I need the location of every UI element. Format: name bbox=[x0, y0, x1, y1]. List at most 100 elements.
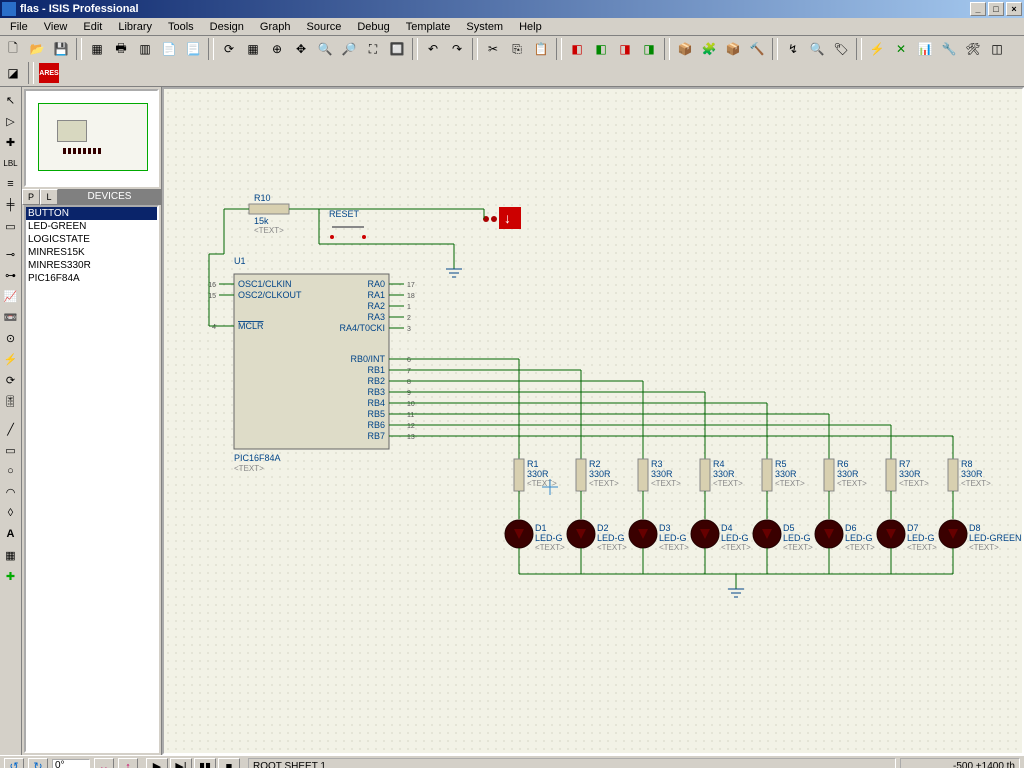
pan-button[interactable]: ✥ bbox=[290, 38, 312, 60]
list-item[interactable]: MINRES15K bbox=[26, 246, 157, 259]
zoom-all-button[interactable]: ⛶ bbox=[362, 38, 384, 60]
block-move-button[interactable]: ◧ bbox=[590, 38, 612, 60]
wire-label-icon[interactable]: LBL bbox=[2, 154, 20, 172]
tape-icon[interactable]: 📼 bbox=[2, 308, 20, 326]
mirror-h-button[interactable]: ↔ bbox=[94, 758, 114, 768]
graph-icon[interactable]: 📈 bbox=[2, 287, 20, 305]
list-item[interactable]: PIC16F84A bbox=[26, 272, 157, 285]
block-copy-button[interactable]: ◧ bbox=[566, 38, 588, 60]
pick-devices-button[interactable]: P bbox=[22, 189, 40, 205]
terminal-icon[interactable]: ⊸ bbox=[2, 245, 20, 263]
netlist-button[interactable]: ✕ bbox=[890, 38, 912, 60]
svg-text:LED-G: LED-G bbox=[597, 533, 625, 543]
search-button[interactable]: 🔍 bbox=[806, 38, 828, 60]
list-item[interactable]: LED-GREEN bbox=[26, 220, 157, 233]
menu-view[interactable]: View bbox=[36, 19, 76, 35]
line-2d-icon[interactable]: ╱ bbox=[2, 420, 20, 438]
open-button[interactable]: 📂 bbox=[26, 38, 48, 60]
print-button[interactable]: 🖶 bbox=[110, 38, 132, 60]
path-2d-icon[interactable]: ◊ bbox=[2, 504, 20, 522]
stop-button[interactable]: ■ bbox=[218, 758, 240, 768]
save-button[interactable]: 💾 bbox=[50, 38, 72, 60]
marker-2d-icon[interactable]: ✚ bbox=[2, 567, 20, 585]
import-button[interactable]: 📄 bbox=[158, 38, 180, 60]
grid-button[interactable]: ▦ bbox=[242, 38, 264, 60]
menu-help[interactable]: Help bbox=[511, 19, 550, 35]
menu-design[interactable]: Design bbox=[202, 19, 252, 35]
junction-icon[interactable]: ✚ bbox=[2, 133, 20, 151]
maximize-button[interactable]: □ bbox=[988, 2, 1004, 16]
block-delete-button[interactable]: ◨ bbox=[638, 38, 660, 60]
menu-graph[interactable]: Graph bbox=[252, 19, 299, 35]
copy-button[interactable]: ⎘ bbox=[506, 38, 528, 60]
generator-icon[interactable]: ⊙ bbox=[2, 329, 20, 347]
text-script-icon[interactable]: ≡ bbox=[2, 175, 20, 193]
circle-2d-icon[interactable]: ○ bbox=[2, 462, 20, 480]
zoom-in-button[interactable]: 🔍 bbox=[314, 38, 336, 60]
new-button[interactable]: 🗋 bbox=[2, 38, 24, 60]
device-pin-icon[interactable]: ⊶ bbox=[2, 266, 20, 284]
zoom-area-button[interactable]: 🔲 bbox=[386, 38, 408, 60]
voltage-probe-icon[interactable]: ⚡ bbox=[2, 350, 20, 368]
print-area-button[interactable]: ▦ bbox=[86, 38, 108, 60]
symbol-2d-icon[interactable]: ▦ bbox=[2, 546, 20, 564]
menu-library[interactable]: Library bbox=[110, 19, 160, 35]
menu-template[interactable]: Template bbox=[398, 19, 459, 35]
box-2d-icon[interactable]: ▭ bbox=[2, 441, 20, 459]
overview-window[interactable] bbox=[24, 89, 159, 187]
make-button[interactable]: 🧩 bbox=[698, 38, 720, 60]
cut-button[interactable]: ✂ bbox=[482, 38, 504, 60]
tool4-button[interactable]: ◪ bbox=[2, 62, 24, 84]
property-button[interactable]: 🏷 bbox=[830, 38, 852, 60]
tool2-button[interactable]: 🛠 bbox=[962, 38, 984, 60]
selection-mode-icon[interactable]: ↖ bbox=[2, 91, 20, 109]
menu-tools[interactable]: Tools bbox=[160, 19, 202, 35]
pause-button[interactable]: ▮▮ bbox=[194, 758, 216, 768]
menu-edit[interactable]: Edit bbox=[75, 19, 110, 35]
angle-field[interactable]: 0° bbox=[52, 759, 90, 768]
package-button[interactable]: 📦 bbox=[722, 38, 744, 60]
bom-button[interactable]: 📊 bbox=[914, 38, 936, 60]
wire-autoroute-button[interactable]: ↯ bbox=[782, 38, 804, 60]
devices-list[interactable]: BUTTON LED-GREEN LOGICSTATE MINRES15K MI… bbox=[24, 205, 159, 753]
rotate-ccw-button[interactable]: ↺ bbox=[4, 758, 24, 768]
export-button[interactable]: 📃 bbox=[182, 38, 204, 60]
menu-debug[interactable]: Debug bbox=[349, 19, 397, 35]
refresh-button[interactable]: ⟳ bbox=[218, 38, 240, 60]
mirror-v-button[interactable]: ↕ bbox=[118, 758, 138, 768]
svg-text:RB4: RB4 bbox=[367, 398, 385, 408]
paste-button[interactable]: 📋 bbox=[530, 38, 552, 60]
list-item[interactable]: MINRES330R bbox=[26, 259, 157, 272]
text-2d-icon[interactable]: A bbox=[2, 525, 20, 543]
rotate-cw-button[interactable]: ↻ bbox=[28, 758, 48, 768]
undo-button[interactable]: ↶ bbox=[422, 38, 444, 60]
decompose-button[interactable]: 🔨 bbox=[746, 38, 768, 60]
close-button[interactable]: × bbox=[1006, 2, 1022, 16]
schematic-canvas[interactable]: U1PIC16F84A<TEXT>16OSC1/CLKIN15OSC2/CLKO… bbox=[162, 87, 1024, 755]
play-button[interactable]: ▶ bbox=[146, 758, 168, 768]
origin-button[interactable]: ⊕ bbox=[266, 38, 288, 60]
redo-button[interactable]: ↷ bbox=[446, 38, 468, 60]
tool3-button[interactable]: ◫ bbox=[986, 38, 1008, 60]
ares-button[interactable]: ARES bbox=[38, 62, 60, 84]
current-probe-icon[interactable]: ⟳ bbox=[2, 371, 20, 389]
virtual-instr-icon[interactable]: 🎚 bbox=[2, 392, 20, 410]
libraries-button[interactable]: L bbox=[40, 189, 58, 205]
tool1-button[interactable]: 🔧 bbox=[938, 38, 960, 60]
list-item[interactable]: LOGICSTATE bbox=[26, 233, 157, 246]
bus-icon[interactable]: ╪ bbox=[2, 196, 20, 214]
pick-button[interactable]: 📦 bbox=[674, 38, 696, 60]
arc-2d-icon[interactable]: ◠ bbox=[2, 483, 20, 501]
menu-source[interactable]: Source bbox=[299, 19, 350, 35]
minimize-button[interactable]: _ bbox=[970, 2, 986, 16]
step-button[interactable]: ▶| bbox=[170, 758, 192, 768]
block-rotate-button[interactable]: ◨ bbox=[614, 38, 636, 60]
component-mode-icon[interactable]: ▷ bbox=[2, 112, 20, 130]
erc-button[interactable]: ⚡ bbox=[866, 38, 888, 60]
menu-system[interactable]: System bbox=[458, 19, 511, 35]
menu-file[interactable]: File bbox=[2, 19, 36, 35]
zoom-out-button[interactable]: 🔎 bbox=[338, 38, 360, 60]
mark-output-button[interactable]: ▥ bbox=[134, 38, 156, 60]
list-item[interactable]: BUTTON bbox=[26, 207, 157, 220]
subcircuit-icon[interactable]: ▭ bbox=[2, 217, 20, 235]
